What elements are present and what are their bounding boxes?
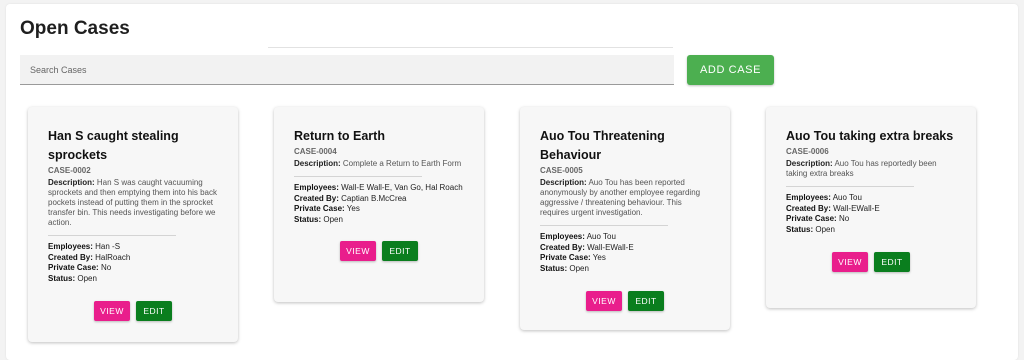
case-description: Description: Auo Tou has been reported a… [540, 178, 710, 218]
description-label: Description: [540, 178, 587, 187]
status-label: Status: [48, 273, 76, 283]
case-meta: Employees: Han -S Created By: HalRoach P… [48, 242, 218, 284]
card-divider [294, 176, 422, 177]
add-case-button[interactable]: ADD CASE [687, 55, 774, 85]
case-id: CASE-0005 [540, 166, 583, 175]
employees-label: Employees: [786, 193, 831, 202]
card-actions: VIEW EDIT [540, 291, 710, 311]
description-text: Complete a Return to Earth Form [342, 159, 462, 168]
case-id: CASE-0006 [786, 147, 829, 156]
edit-button[interactable]: EDIT [628, 291, 664, 311]
card-actions: VIEW EDIT [48, 301, 218, 321]
created-by-value: Captian B.McCrea [341, 193, 407, 203]
case-card: Auo Tou Threatening Behaviour CASE-0005 … [520, 107, 730, 330]
case-title: Han S caught stealing sprockets [48, 129, 179, 162]
card-divider [48, 235, 176, 236]
private-case-label: Private Case: [540, 253, 591, 262]
employees-label: Employees: [540, 232, 585, 241]
status-label: Status: [294, 214, 322, 224]
view-button[interactable]: VIEW [340, 241, 376, 261]
case-title: Auo Tou taking extra breaks [786, 129, 954, 143]
case-card: Han S caught stealing sprockets CASE-000… [28, 107, 238, 342]
view-button[interactable]: VIEW [586, 291, 622, 311]
employees-value: Auo Tou [586, 232, 616, 241]
created-by-value: Wall-EWall-E [833, 203, 880, 213]
status-value: Open [569, 263, 589, 273]
case-id: CASE-0004 [294, 147, 337, 156]
view-button[interactable]: VIEW [832, 252, 868, 272]
private-case-value: Yes [592, 253, 606, 262]
card-actions: VIEW EDIT [294, 241, 464, 261]
private-case-label: Private Case: [294, 204, 345, 213]
created-by-value: HalRoach [95, 252, 131, 262]
case-description: Description: Auo Tou has reportedly been… [786, 159, 956, 179]
employees-label: Employees: [294, 183, 339, 192]
private-case-value: No [100, 263, 112, 272]
description-label: Description: [48, 178, 95, 187]
edit-button[interactable]: EDIT [382, 241, 418, 261]
edit-button[interactable]: EDIT [136, 301, 172, 321]
status-value: Open [815, 224, 835, 234]
status-value: Open [77, 273, 97, 283]
search-input[interactable] [20, 55, 674, 85]
case-id: CASE-0002 [48, 166, 91, 175]
card-divider [786, 186, 914, 187]
description-label: Description: [294, 159, 341, 168]
edit-button[interactable]: EDIT [874, 252, 910, 272]
private-case-label: Private Case: [48, 263, 99, 272]
case-meta: Employees: Auo Tou Created By: Wall-EWal… [786, 193, 956, 235]
employees-label: Employees: [48, 242, 93, 251]
card-divider [540, 225, 668, 226]
case-title: Return to Earth [294, 129, 385, 143]
created-by-value: Wall-EWall-E [587, 242, 634, 252]
created-by-label: Created By: [786, 203, 831, 213]
private-case-value: Yes [346, 204, 360, 213]
case-card: Return to Earth CASE-0004 Description: C… [274, 107, 484, 302]
card-actions: VIEW EDIT [786, 252, 956, 272]
case-meta: Employees: Wall-E Wall-E, Van Go, Hal Ro… [294, 183, 464, 225]
employees-value: Auo Tou [832, 193, 862, 202]
status-label: Status: [540, 263, 568, 273]
created-by-label: Created By: [540, 242, 585, 252]
page-title: Open Cases [20, 18, 130, 39]
private-case-value: No [838, 214, 850, 223]
case-title: Auo Tou Threatening Behaviour [540, 129, 665, 162]
status-value: Open [323, 214, 343, 224]
case-card: Auo Tou taking extra breaks CASE-0006 De… [766, 107, 976, 308]
employees-value: Han -S [95, 242, 121, 251]
case-description: Description: Complete a Return to Earth … [294, 159, 464, 169]
employees-value: Wall-E Wall-E, Van Go, Hal Roach [341, 183, 463, 192]
description-label: Description: [786, 159, 833, 168]
status-label: Status: [786, 224, 814, 234]
view-button[interactable]: VIEW [94, 301, 130, 321]
case-description: Description: Han S was caught vacuuming … [48, 178, 218, 228]
case-meta: Employees: Auo Tou Created By: Wall-EWal… [540, 232, 710, 274]
header-divider [268, 47, 673, 48]
private-case-label: Private Case: [786, 214, 837, 223]
created-by-label: Created By: [294, 193, 339, 203]
created-by-label: Created By: [48, 252, 93, 262]
